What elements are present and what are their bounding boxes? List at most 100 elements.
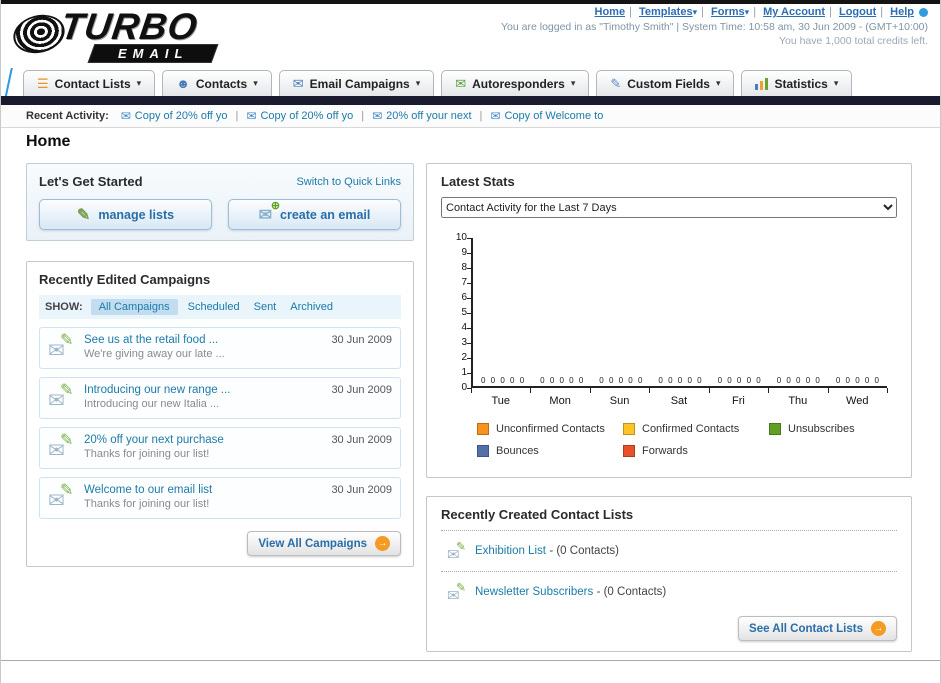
contact-list-name[interactable]: Exhibition List: [475, 545, 546, 557]
top-link-forms[interactable]: Forms: [711, 6, 745, 18]
chart-legend: Unconfirmed Contacts Confirmed Contacts Un…: [477, 423, 917, 467]
recent-activity-item[interactable]: ✉ 20% off your next: [372, 109, 471, 123]
y-axis-tick-label: 7: [461, 277, 467, 288]
filter-tab-all-campaigns[interactable]: All Campaigns: [90, 299, 178, 315]
top-link-home[interactable]: Home: [595, 6, 626, 18]
top-link-help[interactable]: Help: [890, 6, 914, 18]
envelope-pencil-icon: ✉ ✎: [48, 482, 74, 512]
app-logo: TURBO EMAIL: [9, 6, 283, 64]
y-axis-tick-label: 9: [461, 247, 467, 258]
campaign-row[interactable]: ✉ ✎ Welcome to our email list Thanks for …: [39, 477, 401, 519]
view-all-campaigns-button[interactable]: View All Campaigns →: [247, 531, 401, 556]
top-link-logout[interactable]: Logout: [839, 6, 876, 18]
stats-title: Latest Stats: [441, 174, 515, 189]
y-axis-tick-label: 3: [461, 337, 467, 348]
nav-tabs: ☰ Contact Lists ▾ ☻ Contacts ▾ ✉ Email C…: [23, 68, 940, 96]
campaign-row[interactable]: ✉ ✎ See us at the retail food ... We're g…: [39, 327, 401, 369]
y-axis-tick-label: 5: [461, 307, 467, 318]
campaigns-filter-bar: SHOW: All Campaigns Scheduled Sent Archi…: [39, 295, 401, 319]
chart-x-labels: Tue Mon Sun Sat Fri Thu Wed: [471, 395, 887, 407]
envelope-icon: ✉: [246, 109, 257, 123]
recent-activity-item[interactable]: ✉ Copy of 20% off yo: [246, 109, 353, 123]
recent-activity-item[interactable]: ✉ Copy of 20% off yo: [121, 109, 228, 123]
nav-tab-autoresponders[interactable]: ✉ Autoresponders ▾: [441, 70, 590, 96]
manage-lists-button[interactable]: ✎ manage lists: [39, 199, 212, 230]
envelope-pencil-icon: ✉ ✎: [447, 540, 467, 564]
legend-label: Bounces: [496, 445, 539, 457]
chart-value-group: 0 0 0 0 0: [776, 376, 820, 385]
campaign-row[interactable]: ✉ ✎ 20% off your next purchase Thanks for…: [39, 427, 401, 469]
chart-value-group: 0 0 0 0 0: [658, 376, 702, 385]
legend-label: Confirmed Contacts: [642, 423, 740, 435]
switch-quick-links[interactable]: Switch to Quick Links: [296, 176, 401, 188]
envelope-pencil-icon: ✉ ✎: [48, 432, 74, 462]
envelope-pencil-icon: ✉ ✎: [447, 581, 467, 605]
chart-value-group: 0 0 0 0 0: [540, 376, 584, 385]
campaign-row[interactable]: ✉ ✎ Introducing our new range ... Introdu…: [39, 377, 401, 419]
campaign-subtitle: Thanks for joining our list!: [84, 448, 210, 460]
page: TURBO EMAIL Home | Templates▾ | Forms▾ | My…: [0, 0, 941, 683]
envelope-icon: ✉: [120, 109, 131, 123]
top-links: Home | Templates▾ | Forms▾ | My Account | Lo…: [501, 6, 928, 18]
arrow-right-icon: →: [871, 621, 886, 636]
envelope-pencil-icon: ✉ ✎: [48, 332, 74, 362]
main-nav: ☰ Contact Lists ▾ ☻ Contacts ▾ ✉ Email C…: [1, 68, 940, 96]
chevron-down-icon: ▾: [715, 78, 721, 88]
contact-list-name[interactable]: Newsletter Subscribers: [475, 586, 593, 598]
header: TURBO EMAIL Home | Templates▾ | Forms▾ | My…: [1, 4, 940, 68]
statistics-icon: [755, 77, 769, 90]
create-email-button[interactable]: ✉ ⊕ create an email: [228, 199, 401, 230]
x-axis-day-label: Thu: [788, 395, 808, 407]
nav-tab-custom-fields[interactable]: ✎ Custom Fields ▾: [596, 70, 735, 96]
top-link-templates[interactable]: Templates: [639, 6, 693, 18]
legend-swatch: [477, 423, 489, 435]
contact-list-item[interactable]: ✉ ✎ Exhibition List - (0 Contacts): [441, 539, 897, 564]
logo-text-email-band: EMAIL: [87, 44, 219, 63]
top-link-my-account[interactable]: My Account: [763, 6, 825, 18]
recent-activity-item[interactable]: ✉ Copy of Welcome to: [490, 109, 603, 123]
x-axis-day-label: Sun: [609, 395, 630, 407]
see-all-contact-lists-button[interactable]: See All Contact Lists →: [738, 616, 897, 641]
get-started-panel: Let's Get Started Switch to Quick Links …: [26, 163, 414, 241]
nav-tab-contact-lists[interactable]: ☰ Contact Lists ▾: [23, 70, 156, 96]
x-axis-day-label: Sat: [670, 395, 688, 407]
filter-tab-archived[interactable]: Archived: [290, 301, 333, 313]
stats-period-select[interactable]: Contact Activity for the Last 7 Days: [441, 197, 897, 218]
envelope-icon: ✉: [490, 109, 501, 123]
campaign-date: 30 Jun 2009: [331, 434, 392, 446]
y-axis-tick-label: 1: [461, 367, 467, 378]
envelope-plus-icon: ✉ ⊕: [258, 199, 281, 224]
nav-tab-email-campaigns[interactable]: ✉ Email Campaigns ▾: [278, 70, 435, 96]
credits-info: You have 1,000 total credits left.: [778, 35, 928, 47]
nav-divider-bar: [1, 96, 940, 105]
legend-item: Bounces: [477, 445, 623, 457]
filter-tab-sent[interactable]: Sent: [254, 301, 277, 313]
pencil-icon: ✎: [76, 206, 91, 224]
legend-label: Forwards: [642, 445, 688, 457]
email-campaigns-icon: ✉: [292, 76, 304, 91]
contact-lists-title: Recently Created Contact Lists: [441, 507, 634, 522]
chevron-down-icon: ▾: [692, 7, 698, 17]
chart-x-ticks: [471, 388, 888, 393]
get-started-title: Let's Get Started: [39, 174, 143, 189]
chart-value-row: 0 0 0 0 0 0 0 0 0 0 0 0 0 0 0 0 0 0 0 0 0 0 …: [473, 376, 887, 385]
contact-list-item[interactable]: ✉ ✎ Newsletter Subscribers - (0 Contacts): [441, 580, 897, 605]
chevron-down-icon: ▾: [415, 78, 421, 88]
legend-swatch: [623, 423, 635, 435]
left-column: Let's Get Started Switch to Quick Links …: [26, 163, 414, 567]
nav-tab-statistics[interactable]: Statistics ▾: [741, 70, 853, 96]
filter-tab-scheduled[interactable]: Scheduled: [188, 301, 240, 313]
recent-campaigns-panel: Recently Edited Campaigns SHOW: All Camp…: [26, 261, 414, 567]
footer-divider: [1, 660, 940, 661]
y-axis-tick-label: 2: [461, 352, 467, 363]
chart-value-group: 0 0 0 0 0: [717, 376, 761, 385]
chart-value-group: 0 0 0 0 0: [481, 376, 525, 385]
legend-label: Unconfirmed Contacts: [496, 423, 605, 435]
legend-item: Confirmed Contacts: [623, 423, 769, 435]
help-icon[interactable]: [919, 7, 928, 17]
nav-tab-contacts[interactable]: ☻ Contacts ▾: [162, 70, 272, 96]
legend-item: Forwards: [623, 445, 769, 457]
legend-label: Unsubscribes: [788, 423, 855, 435]
y-axis-tick-label: 10: [455, 232, 467, 243]
login-info: You are logged in as "Timothy Smith" | S…: [501, 21, 928, 33]
